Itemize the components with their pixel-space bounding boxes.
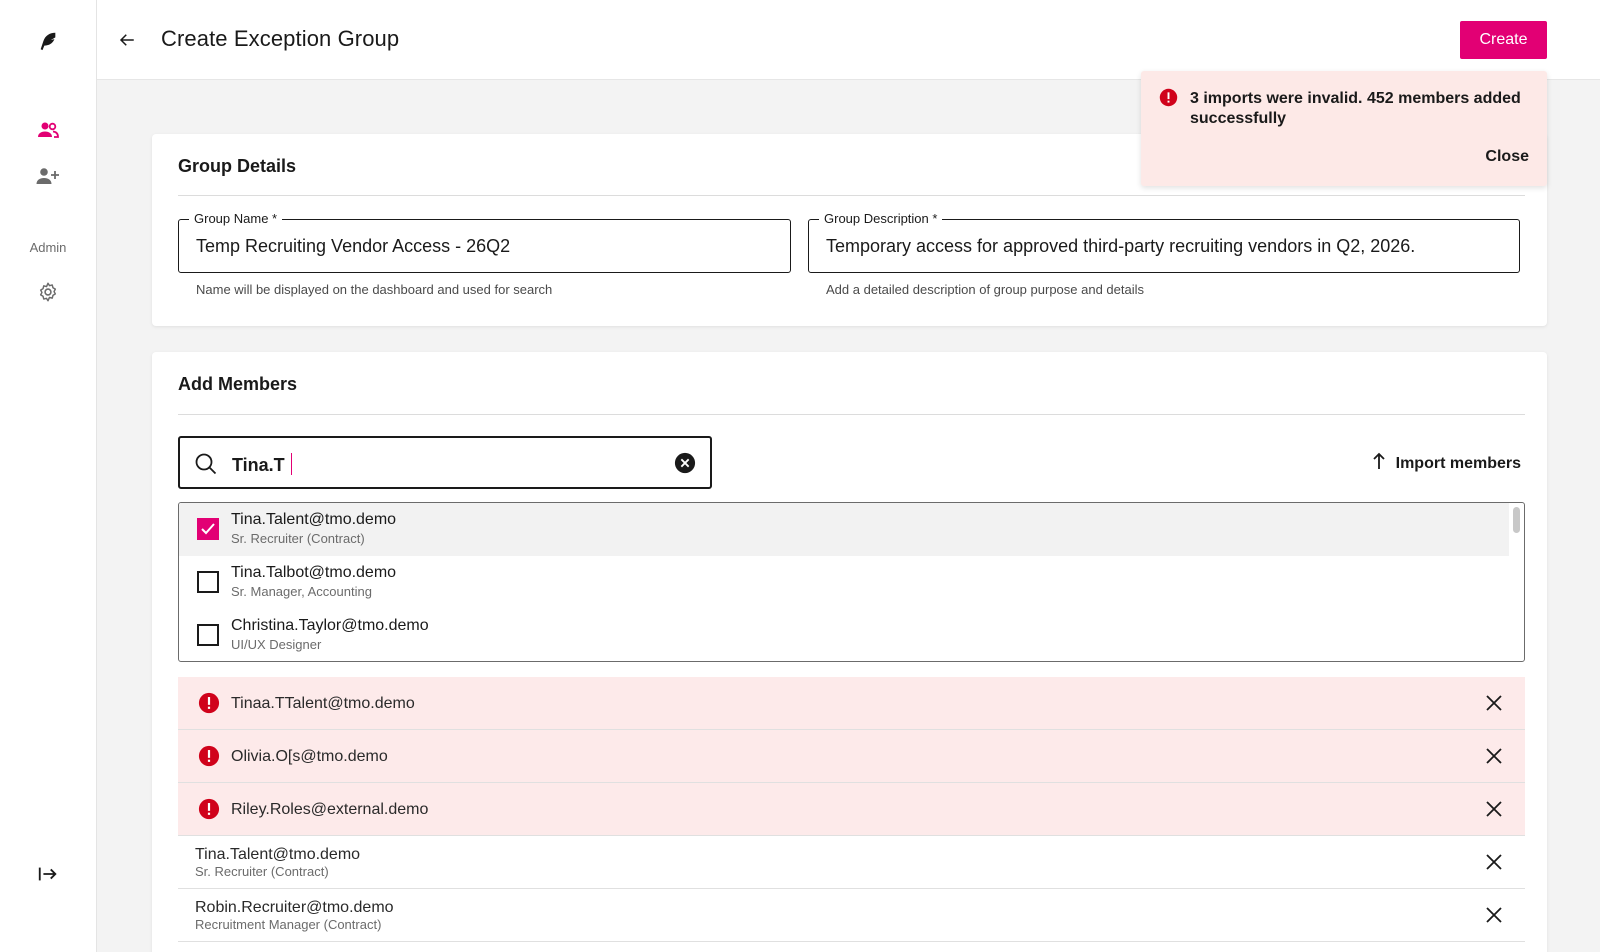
- remove-close-icon[interactable]: [1485, 906, 1503, 929]
- group-name-help: Name will be displayed on the dashboard …: [196, 282, 553, 297]
- checked-checkbox[interactable]: [197, 518, 219, 540]
- result-email: Tina.Talbot@tmo.demo: [231, 564, 397, 581]
- import-error-toast: 3 imports were invalid. 452 members adde…: [1141, 71, 1547, 186]
- invalid-member-row: Tinaa.TTalent@tmo.demo: [178, 677, 1525, 730]
- group-description-help: Add a detailed description of group purp…: [826, 282, 1144, 297]
- group-name-value: Temp Recruiting Vendor Access - 26Q2: [196, 236, 511, 256]
- scrollbar-thumb[interactable]: [1513, 507, 1520, 533]
- divider: [178, 414, 1525, 415]
- invalid-member-email: Olivia.O[s@tmo.demo: [231, 748, 388, 765]
- import-members-button[interactable]: Import members: [1372, 452, 1521, 475]
- add-members-card: Add Members Tina.T Import members Tina.T…: [152, 352, 1547, 952]
- group-description-label: Group Description *: [819, 211, 943, 226]
- add-members-title: Add Members: [178, 374, 298, 394]
- divider: [178, 195, 1525, 196]
- unchecked-checkbox[interactable]: [197, 571, 219, 593]
- invalid-member-row: Olivia.O[s@tmo.demo: [178, 730, 1525, 783]
- create-button[interactable]: Create: [1460, 21, 1547, 59]
- member-role: Recruitment Manager (Contract): [195, 917, 382, 932]
- group-description-field[interactable]: Group Description * Temporary access for…: [808, 211, 1520, 273]
- toast-close-button[interactable]: Close: [1485, 148, 1529, 166]
- remove-close-icon[interactable]: [1485, 853, 1503, 876]
- result-role: Sr. Recruiter (Contract): [231, 531, 365, 546]
- search-result-row[interactable]: Tina.Talent@tmo.demo Sr. Recruiter (Cont…: [179, 503, 1509, 556]
- member-role: Sr. Recruiter (Contract): [195, 864, 329, 879]
- search-value: Tina.T: [232, 453, 293, 476]
- page-title: Create Exception Group: [161, 26, 400, 51]
- member-row: Tina.Talent@tmo.demo Sr. Recruiter (Cont…: [178, 836, 1525, 889]
- error-icon: [198, 692, 220, 719]
- result-role: Sr. Manager, Accounting: [231, 584, 372, 599]
- result-email: Christina.Taylor@tmo.demo: [231, 617, 429, 634]
- page-header: Create Exception Group Create: [97, 0, 1600, 80]
- result-email: Tina.Talent@tmo.demo: [231, 511, 397, 528]
- member-search-input[interactable]: Tina.T: [178, 436, 712, 489]
- sidebar: Admin: [0, 0, 97, 952]
- settings-gear-icon[interactable]: [0, 280, 96, 304]
- text-caret: [290, 453, 293, 475]
- error-icon: [1159, 88, 1178, 112]
- clear-search-icon[interactable]: [674, 452, 696, 479]
- search-results-list: Tina.Talent@tmo.demo Sr. Recruiter (Cont…: [178, 502, 1525, 662]
- group-description-value: Temporary access for approved third-part…: [826, 236, 1416, 256]
- collapse-sidebar-icon[interactable]: [0, 862, 96, 886]
- logo-feather-icon[interactable]: [0, 28, 96, 54]
- member-email: Tina.Talent@tmo.demo: [195, 846, 361, 863]
- unchecked-checkbox[interactable]: [197, 624, 219, 646]
- import-members-label: Import members: [1395, 454, 1521, 472]
- error-icon: [198, 745, 220, 772]
- groups-nav-icon[interactable]: [0, 118, 96, 142]
- search-icon: [194, 452, 218, 481]
- search-result-row[interactable]: Christina.Taylor@tmo.demo UI/UX Designer: [179, 609, 1509, 661]
- member-email: Robin.Recruiter@tmo.demo: [195, 899, 394, 916]
- upload-arrow-icon: [1372, 452, 1386, 475]
- toast-message: 3 imports were invalid. 452 members adde…: [1190, 90, 1521, 127]
- result-role: UI/UX Designer: [231, 637, 322, 652]
- group-name-field[interactable]: Group Name * Temp Recruiting Vendor Acce…: [178, 211, 791, 273]
- error-icon: [198, 798, 220, 825]
- add-user-nav-icon[interactable]: [0, 164, 96, 188]
- remove-close-icon[interactable]: [1485, 694, 1503, 717]
- group-details-title: Group Details: [178, 156, 297, 176]
- back-arrow-icon[interactable]: [115, 28, 139, 52]
- admin-section-label: Admin: [29, 240, 67, 255]
- invalid-member-row: Riley.Roles@external.demo: [178, 783, 1525, 836]
- remove-close-icon[interactable]: [1485, 747, 1503, 770]
- group-name-label: Group Name *: [189, 211, 283, 226]
- remove-close-icon[interactable]: [1485, 800, 1503, 823]
- invalid-member-email: Tinaa.TTalent@tmo.demo: [231, 695, 415, 712]
- search-result-row[interactable]: Tina.Talbot@tmo.demo Sr. Manager, Accoun…: [179, 556, 1509, 609]
- invalid-member-email: Riley.Roles@external.demo: [231, 801, 429, 818]
- member-row: Robin.Recruiter@tmo.demo Recruitment Man…: [178, 889, 1525, 942]
